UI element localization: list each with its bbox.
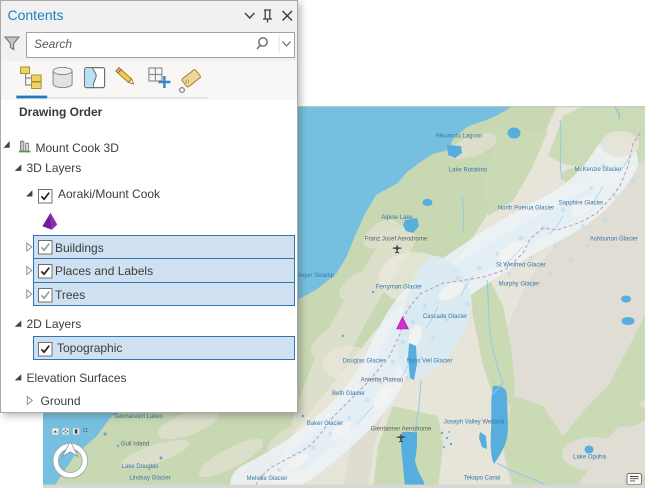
svg-text:Murphy Glacier: Murphy Glacier — [499, 282, 540, 288]
svg-text:St Winifred Glacier: St Winifred Glacier — [496, 263, 546, 269]
svg-text:Douglas Glacier: Douglas Glacier — [343, 359, 386, 365]
svg-text:Joseph Valley Wetland: Joseph Valley Wetland — [444, 420, 504, 426]
svg-text:Ferryman Glacier: Ferryman Glacier — [376, 285, 422, 291]
svg-text:Lake Opuha: Lake Opuha — [573, 455, 606, 461]
svg-text:McKenzie Glacier: McKenzie Glacier — [574, 167, 621, 173]
svg-text:Taiwharekiri Lakes: Taiwharekiri Lakes — [113, 414, 162, 420]
svg-text:Baker Glacier: Baker Glacier — [307, 421, 343, 427]
svg-text:Sapphire Glacier: Sapphire Glacier — [559, 201, 604, 207]
svg-text:Tekapo Canal: Tekapo Canal — [464, 476, 501, 482]
svg-text:Cascade Glacier: Cascade Glacier — [423, 314, 467, 320]
svg-text:Alpine Lake: Alpine Lake — [381, 215, 413, 221]
svg-text:Lake Rotokino: Lake Rotokino — [449, 168, 488, 174]
svg-text:Franz Josef Aerodrome: Franz Josef Aerodrome — [365, 237, 428, 243]
svg-text:Melville Glacier: Melville Glacier — [247, 476, 288, 482]
svg-text:Gull Island: Gull Island — [121, 442, 149, 448]
svg-text:Beth Glacier: Beth Glacier — [332, 391, 365, 397]
svg-text:Lake Douglas: Lake Douglas — [122, 464, 159, 470]
svg-text:Lindsay Glacier: Lindsay Glacier — [129, 476, 170, 482]
svg-text:Ashburton Glacier: Ashburton Glacier — [590, 237, 638, 243]
svg-text:Meyer Swamp: Meyer Swamp — [296, 273, 335, 279]
svg-text:Nuns Veil Glacier: Nuns Veil Glacier — [406, 359, 452, 365]
svg-text:Glentanner Aerodrome: Glentanner Aerodrome — [371, 427, 432, 433]
svg-text:North Poerua Glacier: North Poerua Glacier — [498, 206, 554, 212]
svg-text:Annette Plateau: Annette Plateau — [361, 378, 404, 384]
svg-text:Hikumutu Lagoon: Hikumutu Lagoon — [435, 134, 482, 140]
